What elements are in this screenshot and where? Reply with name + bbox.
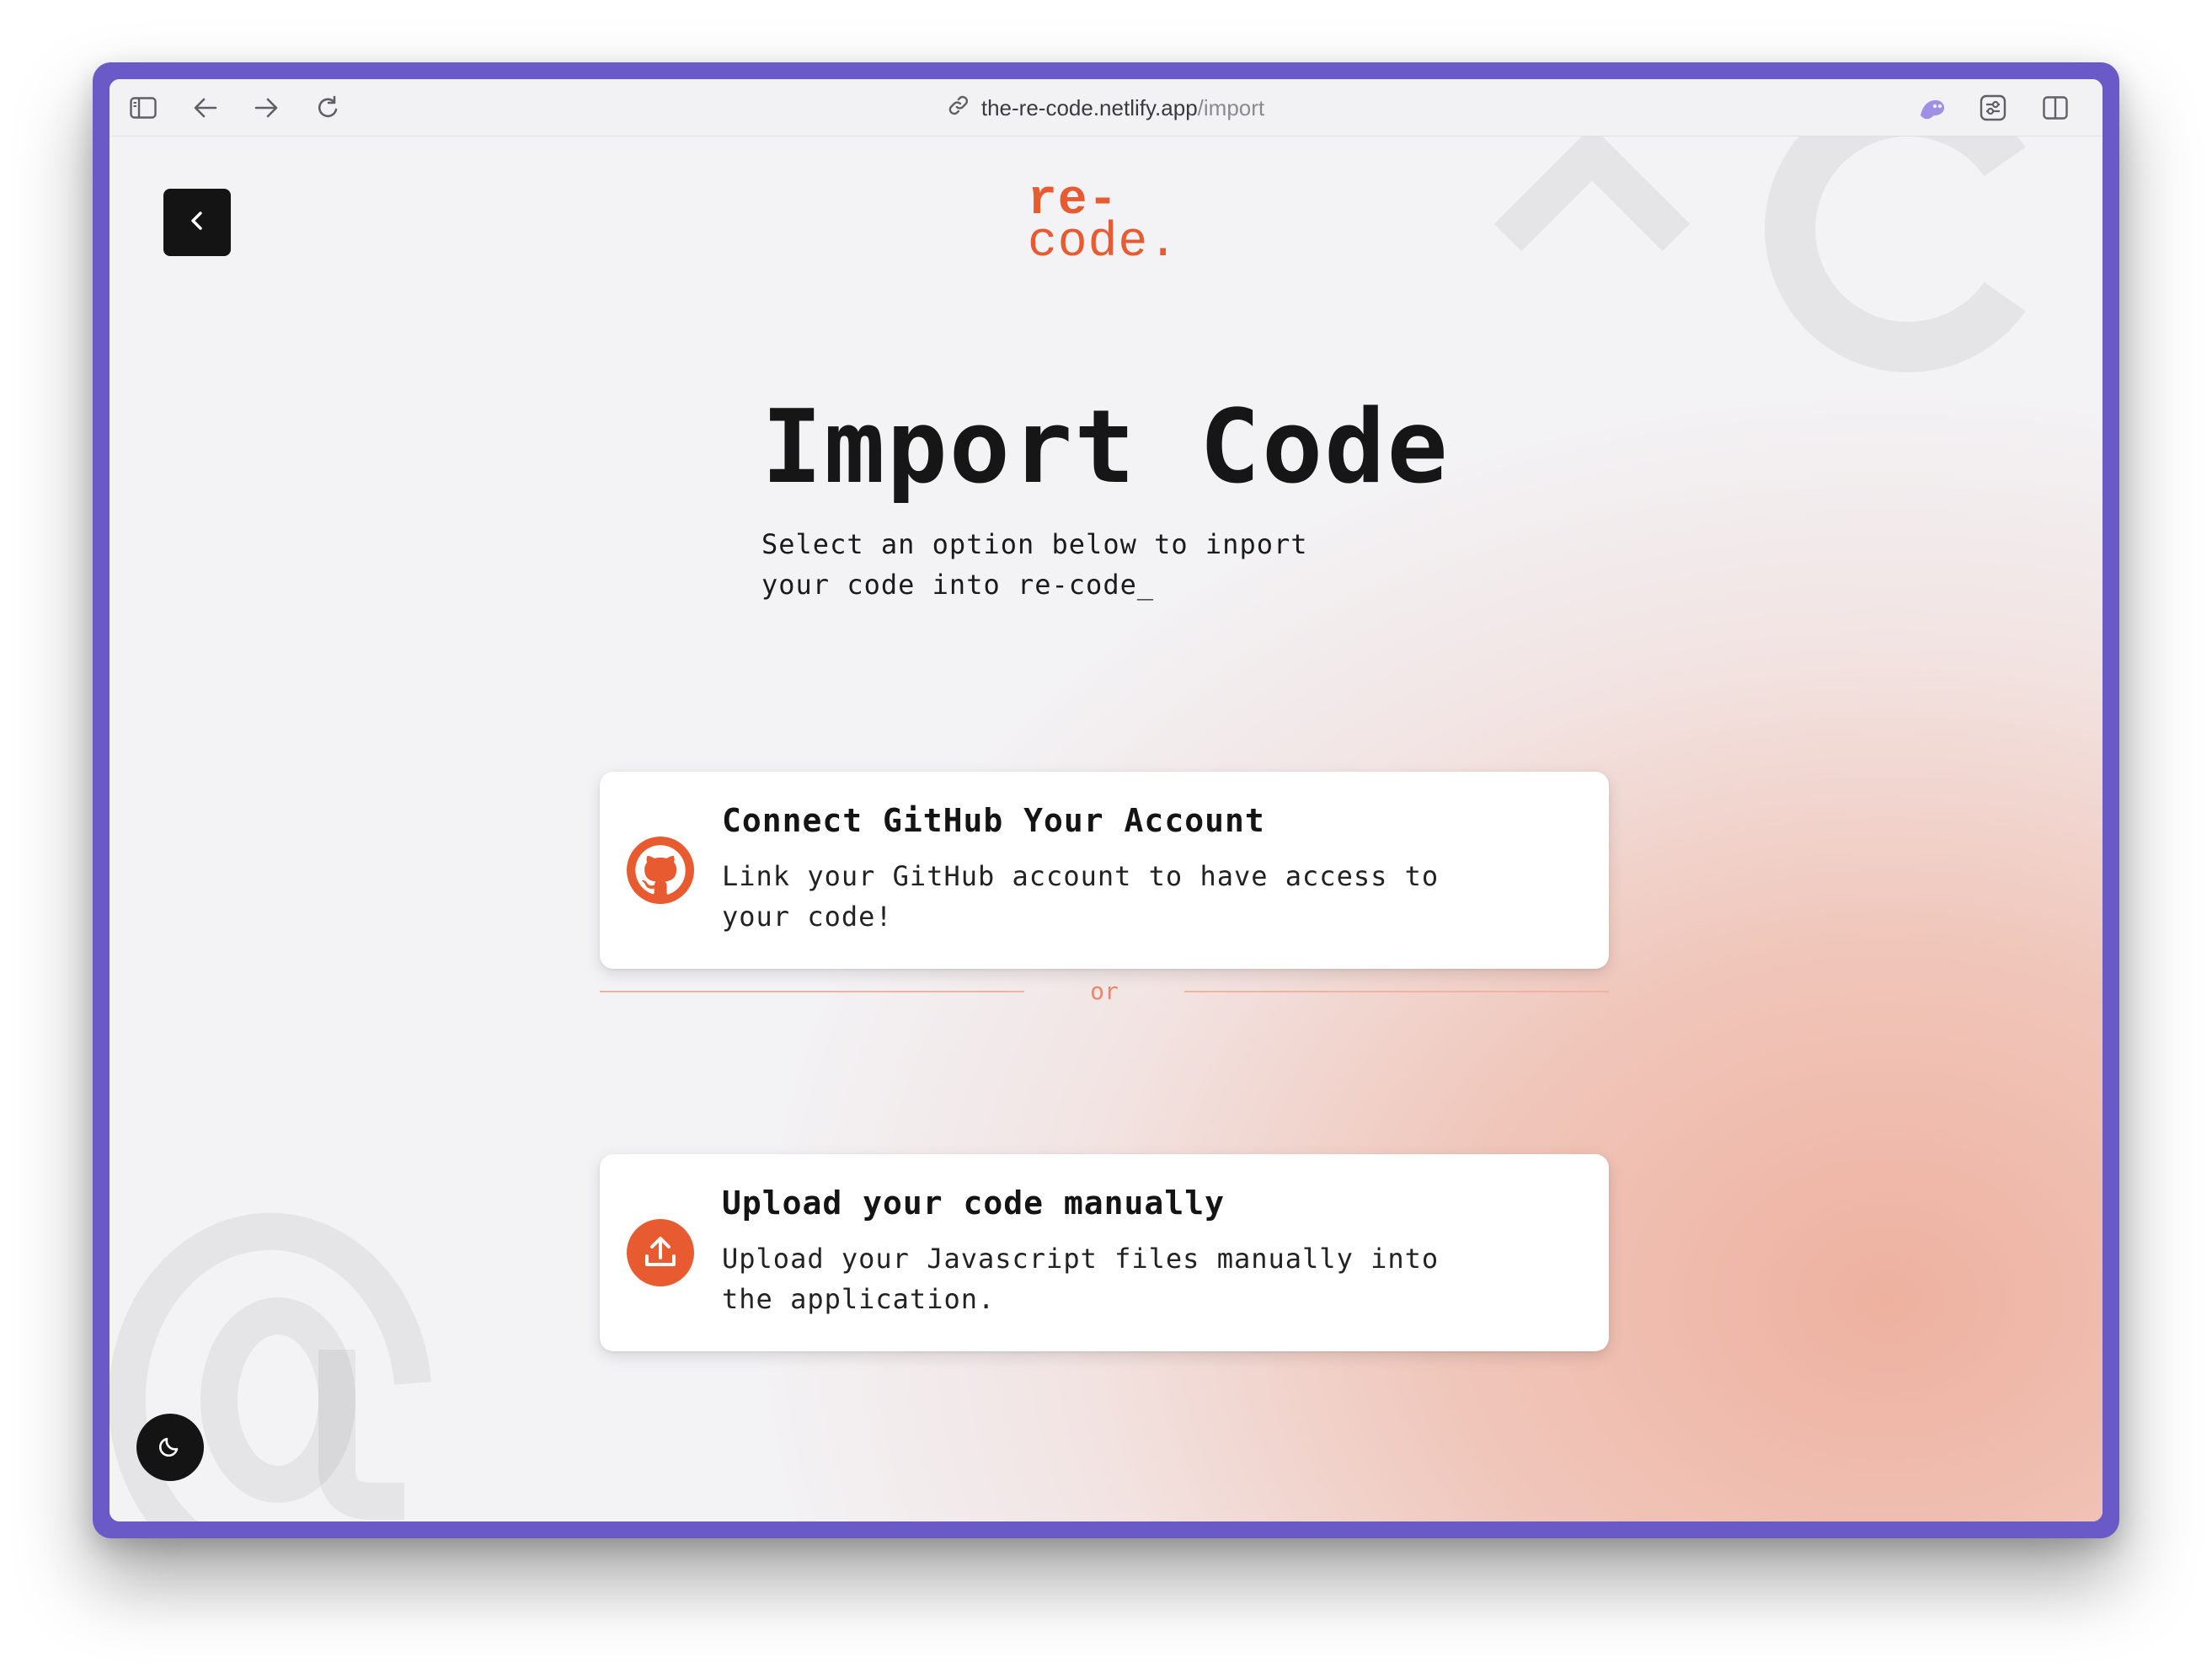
connect-github-title: Connect GitHub Your Account	[722, 802, 1265, 839]
page-content: re- code. Import Code Select an option b…	[110, 136, 2102, 1521]
github-icon	[627, 837, 694, 904]
url-path: /import	[1197, 94, 1265, 120]
theme-toggle-button[interactable]	[136, 1414, 204, 1481]
upload-icon	[627, 1219, 694, 1286]
url-domain: the-re-code.netlify.app	[980, 94, 1198, 120]
connect-github-card[interactable]: Connect GitHub Your Account Link your Gi…	[600, 772, 1609, 969]
page-subtitle: Select an option below to inport your co…	[761, 528, 1308, 601]
moon-icon	[158, 1433, 183, 1462]
upload-manually-card[interactable]: Upload your code manually Upload your Ja…	[600, 1154, 1609, 1351]
recode-logo[interactable]: re- code.	[1028, 177, 1179, 270]
upload-manually-title: Upload your code manually	[722, 1184, 1225, 1222]
chevron-left-icon	[185, 209, 209, 237]
browser-content: the-re-code.netlify.app/import re- code.…	[110, 79, 2102, 1521]
back-button[interactable]	[163, 189, 231, 256]
reload-icon[interactable]	[312, 91, 345, 125]
decorative-c-glyph	[1752, 136, 2038, 381]
upload-manually-description: Upload your Javascript files manually in…	[722, 1243, 1440, 1315]
browser-window: the-re-code.netlify.app/import re- code.…	[93, 62, 2119, 1538]
link-icon	[948, 94, 970, 122]
split-view-icon[interactable]	[2038, 91, 2072, 125]
divider-line-right	[1184, 991, 1609, 992]
or-divider: or	[600, 975, 1609, 1008]
arrow-left-icon[interactable]	[189, 91, 222, 125]
address-bar[interactable]: the-re-code.netlify.app/import	[948, 79, 1264, 136]
sliders-icon[interactable]	[1976, 91, 2010, 125]
arrow-right-icon[interactable]	[249, 91, 283, 125]
decorative-caret-glyph	[1491, 136, 1693, 288]
extension-icon[interactable]	[1915, 91, 1949, 125]
logo-line-2: code.	[1028, 216, 1179, 270]
page-title: Import Code	[761, 389, 1450, 506]
connect-github-description: Link your GitHub account to have access …	[722, 860, 1440, 933]
browser-toolbar: the-re-code.netlify.app/import	[110, 79, 2102, 136]
sidebar-icon[interactable]	[126, 91, 160, 125]
